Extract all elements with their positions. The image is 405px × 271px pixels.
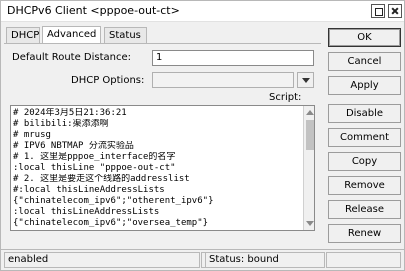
disable-button[interactable]: Disable (328, 104, 401, 123)
script-textarea[interactable]: # 2024年3月5日21:36:21 # bilibili:渠添添啊 # mr… (10, 105, 315, 231)
script-line: # 2. 这里是要走这个线路的addresslist (13, 174, 190, 184)
window-title: DHCPv6 Client <pppoe-out-ct> (7, 4, 180, 17)
release-button[interactable]: Release (328, 200, 401, 219)
status-empty-cell (326, 252, 401, 268)
comment-button[interactable]: Comment (328, 128, 401, 147)
bound-status: Status: bound (205, 252, 325, 268)
tab-dhcp[interactable]: DHCP (6, 27, 40, 44)
copy-button[interactable]: Copy (328, 152, 401, 171)
title-bar: DHCPv6 Client <pppoe-out-ct> (1, 1, 404, 22)
vertical-scrollbar[interactable] (303, 106, 314, 230)
script-line: #:local thisLineAddressLists (13, 185, 165, 195)
script-line: {"chinatelecom_ipv6";"otherent_ipv6"} (13, 196, 214, 206)
tab-status[interactable]: Status (104, 27, 147, 44)
cancel-button[interactable]: Cancel (328, 52, 401, 71)
apply-button[interactable]: Apply (328, 76, 401, 95)
script-line: # 1. 这里是pppoe_interface的名字 (13, 152, 176, 162)
enabled-status: enabled (4, 252, 200, 268)
script-line: # IPV6 NBTMAP 分流实验品 (13, 141, 134, 151)
script-label: Script: (269, 92, 302, 103)
dialog-window: DHCPv6 Client <pppoe-out-ct> DHCP Advanc… (0, 0, 405, 271)
remove-button[interactable]: Remove (328, 176, 401, 195)
scroll-down-icon[interactable] (306, 221, 314, 226)
scroll-up-icon[interactable] (306, 110, 314, 115)
ok-button[interactable]: OK (328, 28, 401, 47)
restore-icon[interactable] (371, 4, 385, 18)
close-icon[interactable] (388, 4, 402, 18)
route-distance-label: Default Route Distance: (12, 52, 132, 63)
script-line: # mrusg (13, 130, 51, 140)
script-line: :local thisLineAddressLists (13, 207, 160, 217)
script-content: # 2024年3月5日21:36:21 # bilibili:渠添添啊 # mr… (13, 108, 295, 229)
status-bar: enabled Status: bound (1, 249, 404, 270)
renew-button[interactable]: Renew (328, 224, 401, 243)
script-line: # 2024年3月5日21:36:21 (13, 108, 127, 118)
dhcp-options-label: DHCP Options: (71, 75, 145, 86)
tab-advanced[interactable]: Advanced (42, 26, 101, 44)
chevron-down-icon[interactable] (297, 72, 314, 88)
script-line: {"chinatelecom_ipv6";"oversea_temp"} (13, 218, 209, 228)
script-line: # bilibili:渠添添啊 (13, 119, 109, 129)
script-line: :local thisLine "pppoe-out-ct" (13, 163, 176, 173)
dhcp-options-field[interactable] (152, 72, 294, 88)
route-distance-field[interactable]: 1 (152, 50, 314, 66)
scroll-thumb[interactable] (306, 120, 314, 150)
